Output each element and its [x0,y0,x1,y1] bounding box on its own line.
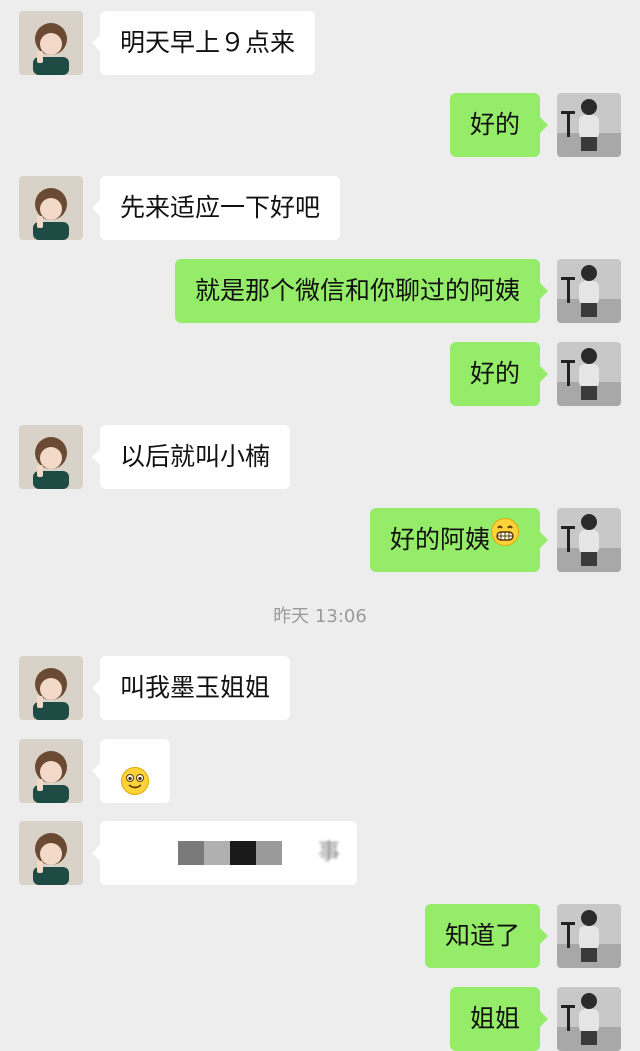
message-bubble[interactable]: 叫我墨玉姐姐 [91,656,291,720]
message-text: 以后就叫小楠 [120,442,271,471]
contact-avatar-icon[interactable] [19,739,83,803]
message-row: 事 [0,821,640,885]
message-row: 以后就叫小楠 [0,425,640,489]
message-bubble[interactable]: 事 [92,821,357,885]
message-bubble[interactable]: 好的阿姨 [369,507,549,572]
message-bubble[interactable]: 明天早上９点来 [91,11,316,75]
contact-avatar-icon[interactable] [19,176,83,240]
contact-avatar-icon[interactable] [19,656,83,720]
my-avatar-icon[interactable] [557,259,621,323]
message-bubble[interactable]: 好的 [449,342,549,406]
grinning-face-icon [490,507,520,571]
message-text: 知道了 [444,921,520,950]
message-bubble[interactable] [92,739,170,803]
contact-avatar-icon[interactable] [19,11,83,75]
smiling-face-icon [120,756,150,820]
blurred-text: 事 [318,840,341,865]
my-avatar-icon[interactable] [557,904,621,968]
message-bubble[interactable]: 以后就叫小楠 [91,425,291,489]
message-row: 好的 [0,342,640,406]
message-text: 好的 [469,359,520,388]
timestamp: 昨天 13:06 [273,606,367,627]
message-text: 叫我墨玉姐姐 [120,673,271,702]
redaction-mosaic [178,841,282,865]
contact-avatar-icon[interactable] [19,821,83,885]
message-row: 好的 [0,93,640,157]
message-bubble[interactable]: 先来适应一下好吧 [91,176,341,240]
message-bubble[interactable]: 好的 [449,93,549,157]
message-text: 姐姐 [469,1004,520,1033]
message-text: 好的阿姨 [389,525,490,554]
message-text: 明天早上９点来 [120,28,296,57]
message-text: 好的 [469,110,520,139]
my-avatar-icon[interactable] [557,987,621,1051]
message-bubble[interactable]: 知道了 [424,904,549,968]
message-text: 先来适应一下好吧 [120,193,321,222]
message-row: 就是那个微信和你聊过的阿姨 [0,259,640,323]
message-row: 好的阿姨 [0,508,640,572]
message-row: 姐姐 [0,987,640,1051]
my-avatar-icon[interactable] [557,342,621,406]
my-avatar-icon[interactable] [557,508,621,572]
message-row: 知道了 [0,904,640,968]
message-row: 先来适应一下好吧 [0,176,640,240]
message-text: 就是那个微信和你聊过的阿姨 [194,276,520,305]
message-bubble[interactable]: 姐姐 [449,987,549,1051]
message-row: 明天早上９点来 [0,11,640,75]
my-avatar-icon[interactable] [557,93,621,157]
message-row [0,739,640,803]
message-bubble[interactable]: 就是那个微信和你聊过的阿姨 [174,259,549,323]
contact-avatar-icon[interactable] [19,425,83,489]
message-row: 叫我墨玉姐姐 [0,656,640,720]
